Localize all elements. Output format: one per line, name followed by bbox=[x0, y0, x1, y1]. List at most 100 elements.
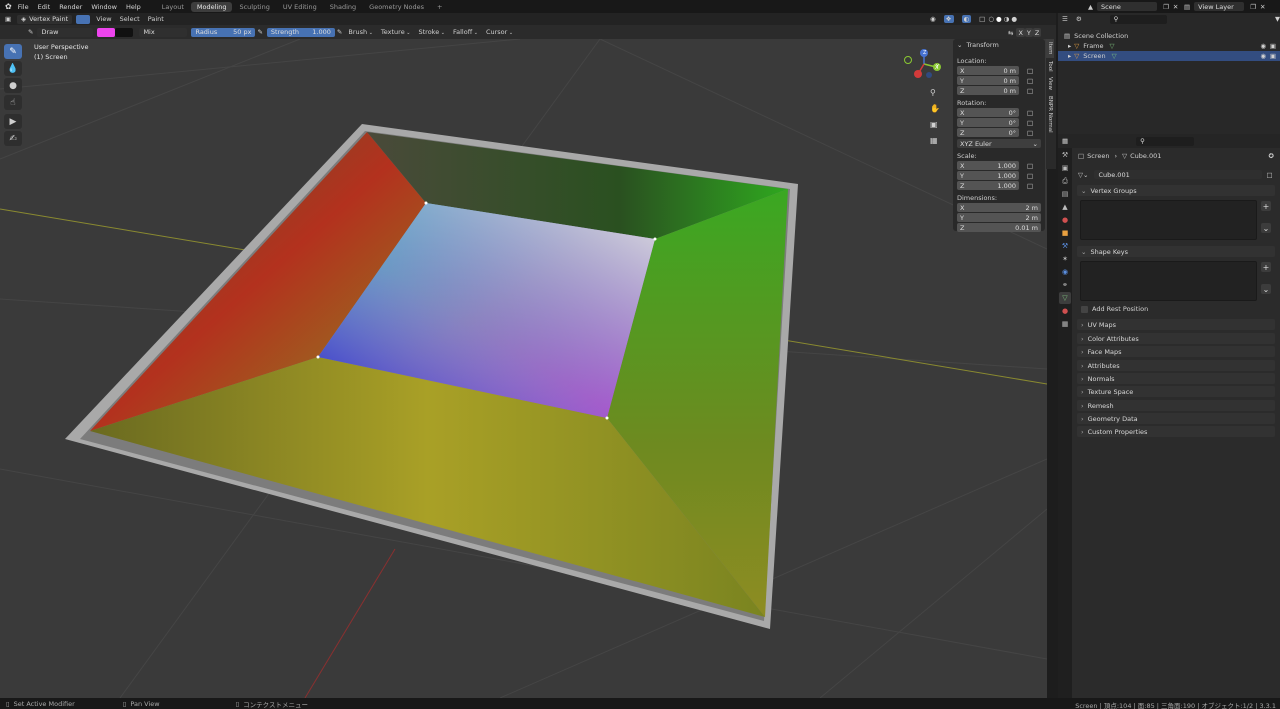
3d-viewport[interactable]: User Perspective (1) Screen X Y Z ⚲ ✋ ▣ … bbox=[0, 39, 1047, 698]
lock-icon[interactable]: □ bbox=[1027, 182, 1033, 190]
add-shape-key-button[interactable]: + bbox=[1261, 262, 1271, 272]
panel-geometry-data[interactable]: Geometry Data bbox=[1077, 413, 1275, 424]
view-layer-field[interactable]: View Layer bbox=[1194, 2, 1245, 11]
lock-icon[interactable]: □ bbox=[1027, 87, 1033, 95]
copy-scene-icon[interactable]: ❐ bbox=[1163, 3, 1169, 11]
properties-editor-icon[interactable]: ▦ bbox=[1062, 137, 1068, 145]
outliner-search-input[interactable]: ⚲ bbox=[1109, 14, 1167, 24]
tab-view[interactable]: View bbox=[1046, 74, 1054, 93]
shape-keys-list[interactable] bbox=[1080, 261, 1257, 301]
outliner-icon[interactable]: ☰ bbox=[1062, 15, 1068, 23]
menu-edit[interactable]: Edit bbox=[38, 3, 51, 11]
stroke-dropdown[interactable]: Stroke bbox=[418, 28, 445, 36]
scale-x-field[interactable]: X 1.000 bbox=[957, 161, 1019, 170]
outliner-row-scene-collection[interactable]: ▤ Scene Collection bbox=[1058, 31, 1280, 41]
properties-search-input[interactable]: ⚲ bbox=[1136, 136, 1195, 146]
camera-render-icon[interactable]: ▣ bbox=[1270, 42, 1276, 50]
symmetry-z-toggle[interactable]: Z bbox=[1032, 28, 1042, 37]
constraints-tab-icon[interactable]: ⚭ bbox=[1059, 279, 1071, 291]
annotate-tool-icon[interactable]: ✍ bbox=[4, 131, 22, 146]
rotation-z-field[interactable]: Z 0° bbox=[957, 128, 1019, 137]
visibility-eye-icon[interactable]: ◉ bbox=[1260, 52, 1266, 60]
texture-dropdown[interactable]: Texture bbox=[381, 28, 411, 36]
mesh-data-icon[interactable]: ▽⌄ bbox=[1078, 171, 1088, 179]
tab-item[interactable]: Item bbox=[1046, 39, 1054, 58]
tab-shading[interactable]: Shading bbox=[324, 2, 362, 12]
average-tool-icon[interactable]: ● bbox=[4, 78, 22, 93]
shading-solid-icon[interactable]: ● bbox=[996, 15, 1002, 23]
blur-tool-icon[interactable]: 💧 bbox=[4, 61, 22, 76]
xray-icon[interactable]: □ bbox=[979, 15, 985, 23]
symmetry-y-toggle[interactable]: Y bbox=[1024, 28, 1033, 37]
menu-render[interactable]: Render bbox=[59, 3, 82, 11]
panel-custom-properties[interactable]: Custom Properties bbox=[1077, 426, 1275, 437]
panel-shape-keys[interactable]: Shape Keys bbox=[1077, 246, 1275, 257]
camera-render-icon[interactable]: ▣ bbox=[1270, 52, 1276, 60]
location-x-field[interactable]: X 0 m bbox=[957, 66, 1019, 75]
visibility-icon[interactable]: ◉ bbox=[930, 15, 936, 23]
shading-rendered-icon[interactable]: ● bbox=[1011, 15, 1017, 23]
location-z-field[interactable]: Z 0 m bbox=[957, 86, 1019, 95]
scene-name-field[interactable]: Scene bbox=[1097, 2, 1157, 11]
radius-slider[interactable]: Radius 50 px bbox=[191, 27, 256, 37]
smear-tool-icon[interactable]: ☝ bbox=[4, 95, 22, 110]
overlay-toggle-icon[interactable]: ◐ bbox=[961, 15, 972, 23]
rotation-y-field[interactable]: Y 0° bbox=[957, 118, 1019, 127]
blend-mode-selector[interactable]: Mix bbox=[139, 27, 188, 37]
texture-tab-icon[interactable]: ▦ bbox=[1059, 318, 1071, 330]
panel-normals[interactable]: Normals bbox=[1077, 373, 1275, 384]
scene-selector[interactable]: ▲ Scene ❐ ✕ bbox=[1088, 2, 1178, 11]
grid-projection-icon[interactable]: ▦ bbox=[930, 133, 940, 149]
tab-uv-editing[interactable]: UV Editing bbox=[277, 2, 323, 12]
outliner-row-frame[interactable]: ▸ ▽ Frame ▽ ◉ ▣ bbox=[1058, 41, 1280, 51]
menu-window[interactable]: Window bbox=[91, 3, 117, 11]
menu-select[interactable]: Select bbox=[120, 15, 140, 23]
blender-logo-icon[interactable]: ✿ bbox=[5, 2, 12, 11]
panel-uv-maps[interactable]: UV Maps bbox=[1077, 319, 1275, 330]
view-layer-tab-icon[interactable]: ▤ bbox=[1059, 188, 1071, 200]
filter-mode-icon[interactable]: ⚙ bbox=[1076, 15, 1082, 23]
add-rest-position-checkbox[interactable] bbox=[1081, 305, 1088, 313]
vertex-groups-list[interactable] bbox=[1080, 200, 1257, 240]
secondary-color-swatch[interactable] bbox=[115, 27, 134, 37]
transform-header[interactable]: ⌄ Transform bbox=[953, 39, 1045, 51]
mesh-name-field[interactable]: Cube.001 bbox=[1094, 170, 1263, 179]
menu-view[interactable]: View bbox=[96, 15, 111, 23]
panel-vertex-groups[interactable]: Vertex Groups bbox=[1077, 185, 1275, 196]
symmetry-x-toggle[interactable]: X bbox=[1016, 28, 1025, 37]
panel-color-attributes[interactable]: Color Attributes bbox=[1077, 333, 1275, 344]
world-tab-icon[interactable]: ● bbox=[1059, 214, 1071, 226]
expand-icon[interactable]: ▸ bbox=[1068, 42, 1071, 50]
panel-attributes[interactable]: Attributes bbox=[1077, 360, 1275, 371]
draw-tool-icon[interactable]: ✎ bbox=[4, 44, 22, 59]
tab-layout[interactable]: Layout bbox=[156, 2, 190, 12]
pin-icon[interactable]: ✪ bbox=[1269, 152, 1274, 160]
material-tab-icon[interactable]: ● bbox=[1059, 305, 1071, 317]
rotation-mode-dropdown[interactable]: XYZ Euler ⌄ bbox=[957, 139, 1041, 148]
brush-dropdown[interactable]: Brush bbox=[348, 28, 373, 36]
add-vertex-group-button[interactable]: + bbox=[1261, 201, 1271, 211]
strength-slider[interactable]: Strength 1.000 bbox=[266, 27, 335, 37]
particles-tab-icon[interactable]: ✶ bbox=[1059, 253, 1071, 265]
lock-icon[interactable]: □ bbox=[1027, 109, 1033, 117]
output-tab-icon[interactable]: ⎙ bbox=[1059, 175, 1071, 187]
view-layer-selector[interactable]: ▤ View Layer ❐ ✕ bbox=[1184, 2, 1265, 11]
pan-hand-icon[interactable]: ✋ bbox=[930, 101, 940, 117]
tab-modeling[interactable]: Modeling bbox=[190, 1, 233, 12]
menu-paint[interactable]: Paint bbox=[148, 15, 164, 23]
zoom-icon[interactable]: ⚲ bbox=[930, 85, 940, 101]
select-box-tool-icon[interactable]: ▶ bbox=[4, 114, 22, 129]
close-scene-icon[interactable]: ✕ bbox=[1173, 3, 1178, 11]
tab-geometry-nodes[interactable]: Geometry Nodes bbox=[363, 2, 430, 12]
menu-file[interactable]: File bbox=[18, 3, 29, 11]
mask-toggle[interactable] bbox=[76, 14, 91, 24]
lock-icon[interactable]: □ bbox=[1027, 162, 1033, 170]
falloff-dropdown[interactable]: Falloff bbox=[453, 28, 478, 36]
add-workspace-button[interactable]: + bbox=[431, 2, 448, 12]
panel-remesh[interactable]: Remesh bbox=[1077, 400, 1275, 411]
vertex-group-menu-button[interactable]: ⌄ bbox=[1261, 223, 1271, 233]
cursor-dropdown[interactable]: Cursor bbox=[486, 28, 513, 36]
fake-user-icon[interactable]: □ bbox=[1266, 171, 1272, 179]
lock-icon[interactable]: □ bbox=[1027, 67, 1033, 75]
mesh-data-tab-icon[interactable]: ▽ bbox=[1059, 292, 1071, 304]
